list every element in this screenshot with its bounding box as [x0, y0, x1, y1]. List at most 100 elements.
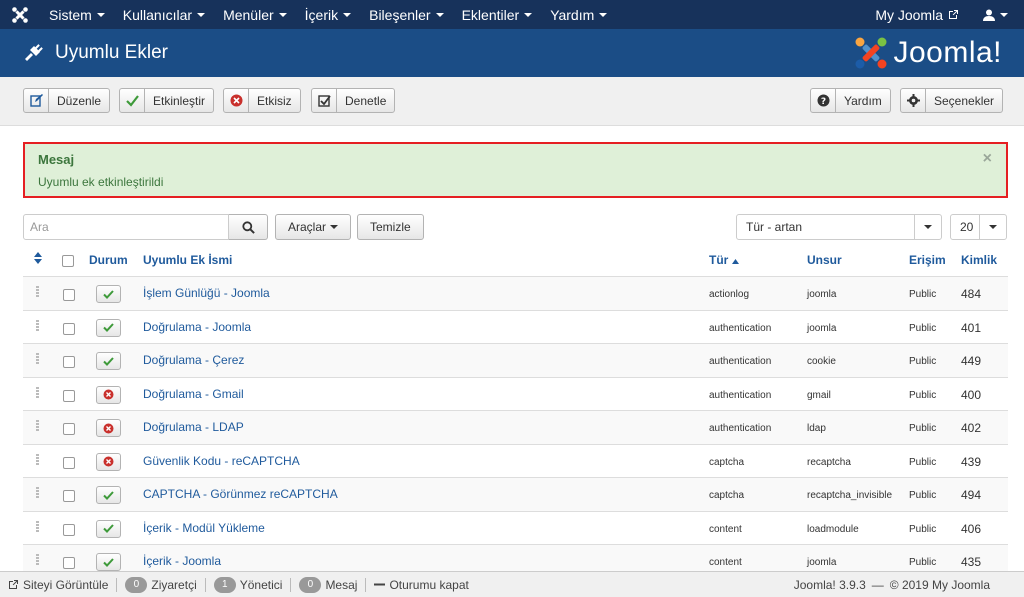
table-row: Doğrulama - Çerez authentication cookie Pub… [23, 344, 1008, 378]
edit-label: Düzenle [57, 93, 102, 108]
menu-yardim[interactable]: Yardım [541, 0, 616, 29]
user-menu[interactable] [969, 0, 1024, 29]
drag-handle-icon[interactable] [36, 319, 39, 332]
menu-label: İçerik [304, 6, 339, 23]
plugin-name-link[interactable]: Doğrulama - Joomla [143, 320, 251, 334]
plugin-name-link[interactable]: İçerik - Modül Yükleme [143, 521, 265, 535]
status-enabled-toggle[interactable] [96, 352, 121, 370]
status-disabled-toggle[interactable] [96, 452, 121, 471]
caret-down-icon [96, 12, 105, 17]
view-site-link[interactable]: Siteyi Görüntüle [0, 578, 116, 592]
row-checkbox[interactable] [63, 356, 75, 368]
drag-handle-icon[interactable] [36, 353, 39, 365]
visitors-indicator[interactable]: 0 Ziyaretçi [117, 576, 204, 593]
search-input[interactable] [23, 214, 229, 240]
row-checkbox[interactable] [63, 289, 75, 301]
menu-icerik[interactable]: İçerik [296, 0, 360, 29]
version-dash: — [871, 577, 884, 592]
menu-label: Kullanıcılar [122, 6, 193, 23]
my-site-link[interactable]: My Joomla [865, 0, 969, 29]
joomla-logo-icon[interactable] [0, 0, 40, 29]
clear-button[interactable]: Temizle [357, 214, 424, 240]
disable-button[interactable]: Etkisiz [223, 88, 301, 113]
select-all-checkbox[interactable] [62, 255, 74, 267]
drag-handle-icon[interactable] [36, 286, 39, 298]
drag-handle-icon[interactable] [36, 487, 39, 499]
header-access[interactable]: Erişim [909, 253, 946, 267]
nav-right: My Joomla [865, 0, 1024, 29]
row-checkbox[interactable] [63, 557, 75, 569]
tools-button[interactable]: Araçlar [275, 214, 352, 240]
plugin-element: joomla [807, 322, 837, 334]
close-icon[interactable]: × [983, 150, 992, 168]
status-enabled-toggle[interactable] [96, 486, 121, 504]
menu-label: Sistem [49, 6, 92, 23]
plugin-element: recaptcha_invisible [807, 490, 893, 501]
status-enabled-toggle[interactable] [96, 553, 121, 571]
plugin-name-link[interactable]: İşlem Günlüğü - Joomla [143, 286, 270, 300]
menu-eklentiler[interactable]: Eklentiler [453, 0, 542, 29]
check-in-button[interactable]: Denetle [311, 88, 396, 113]
row-checkbox[interactable] [63, 389, 75, 402]
messages-indicator[interactable]: 0 Mesaj [291, 576, 365, 593]
plugin-access: Public [909, 557, 937, 568]
plugin-name-link[interactable]: CAPTCHA - Görünmez reCAPTCHA [143, 487, 338, 501]
unpublish-icon [103, 389, 114, 400]
drag-handle-icon[interactable] [36, 420, 39, 432]
status-disabled-toggle[interactable] [96, 419, 121, 437]
status-disabled-toggle[interactable] [96, 385, 121, 404]
plugin-name-link[interactable]: Doğrulama - Gmail [143, 387, 244, 401]
minus-icon [374, 583, 386, 586]
plugin-name-link[interactable]: Güvenlik Kodu - reCAPTCHA [143, 454, 300, 468]
header-name[interactable]: Uyumlu Ek İsmi [143, 253, 232, 267]
table-row: İşlem Günlüğü - Joomla actionlog joomla Pub… [23, 277, 1008, 311]
drag-handle-icon[interactable] [36, 386, 39, 399]
header-type[interactable]: Tür [709, 253, 739, 267]
limit-select[interactable]: 20 [950, 214, 1007, 240]
header-id[interactable]: Kimlik [961, 253, 997, 267]
header-status[interactable]: Durum [89, 253, 128, 267]
plugin-type: actionlog [709, 289, 750, 300]
sort-order-icon[interactable] [34, 252, 42, 267]
header-element[interactable]: Unsur [807, 253, 842, 267]
plugin-name-link[interactable]: Doğrulama - LDAP [143, 420, 244, 434]
enable-label: Etkinleştir [153, 93, 206, 108]
edit-button[interactable]: Düzenle [23, 88, 111, 113]
menu-sistem[interactable]: Sistem [40, 0, 114, 29]
enable-button[interactable]: Etkinleştir [119, 88, 215, 113]
sort-select[interactable]: Tür - artan [736, 214, 942, 240]
caret-down-icon [278, 12, 287, 17]
plugin-element: gmail [807, 389, 831, 401]
row-checkbox[interactable] [63, 523, 75, 536]
check-icon [103, 524, 114, 533]
status-enabled-toggle[interactable] [96, 285, 121, 303]
status-enabled-toggle[interactable] [96, 318, 121, 337]
drag-handle-icon[interactable] [36, 520, 39, 533]
drag-handle-icon[interactable] [36, 453, 39, 466]
status-enabled-toggle[interactable] [96, 519, 121, 538]
menu-menuler[interactable]: Menüler [214, 0, 296, 29]
plugin-name-link[interactable]: Doğrulama - Çerez [143, 353, 244, 367]
plugin-type: authentication [709, 322, 772, 334]
help-button[interactable]: ? Yardım [810, 88, 891, 113]
menu-bilesenler[interactable]: Bileşenler [360, 0, 452, 29]
status-bar: Siteyi Görüntüle 0 Ziyaretçi 1 Yönetici … [0, 571, 1024, 597]
edit-icon [24, 89, 49, 112]
drag-handle-icon[interactable] [36, 554, 39, 566]
plugin-element: joomla [807, 289, 837, 300]
admins-indicator[interactable]: 1 Yönetici [206, 576, 291, 593]
plugin-id: 484 [961, 287, 982, 301]
plugin-name-link[interactable]: İçerik - Joomla [143, 554, 221, 568]
view-site-label: Siteyi Görüntüle [23, 577, 109, 592]
logout-link[interactable]: Oturumu kapat [366, 578, 476, 592]
menu-kullanicilar[interactable]: Kullanıcılar [114, 0, 214, 29]
caret-down-icon [524, 12, 533, 17]
plugin-type: content [709, 557, 742, 568]
row-checkbox[interactable] [63, 490, 75, 502]
options-button[interactable]: Seçenekler [900, 88, 1004, 113]
search-button[interactable] [229, 214, 268, 240]
row-checkbox[interactable] [63, 423, 75, 435]
row-checkbox[interactable] [63, 322, 75, 335]
caret-down-icon [435, 12, 444, 17]
row-checkbox[interactable] [63, 456, 75, 469]
